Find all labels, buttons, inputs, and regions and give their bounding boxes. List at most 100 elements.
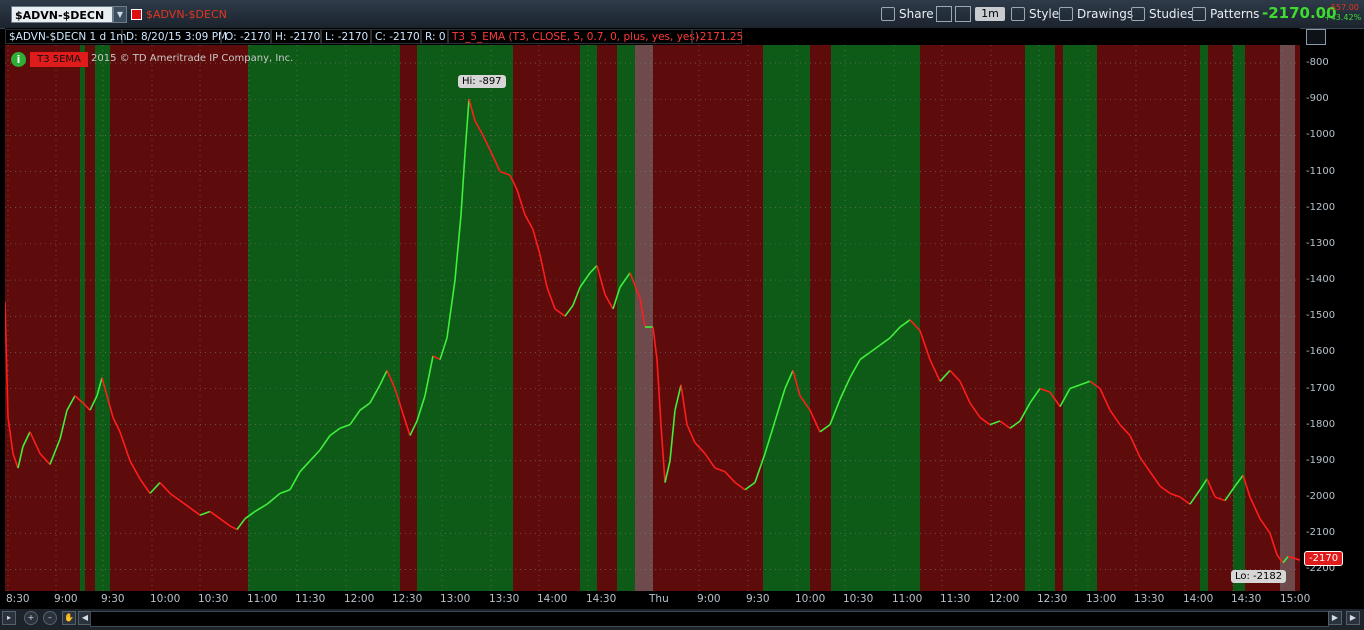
info-study-value: -2171.25 <box>692 29 743 44</box>
trend-zone-up <box>1025 45 1055 591</box>
symbol-dropdown-button[interactable]: ▼ <box>113 6 127 23</box>
patterns-button[interactable]: Patterns <box>1192 5 1259 23</box>
patterns-label: Patterns <box>1210 7 1260 21</box>
x-tick-label: 13:30 <box>1134 593 1165 605</box>
trend-zone-up <box>248 45 400 591</box>
studies-label: Studies <box>1149 7 1194 21</box>
aggregation-button[interactable]: 1m <box>975 7 1005 21</box>
study-badge[interactable]: T3 5EMA <box>30 52 88 67</box>
x-tick-label: 10:00 <box>150 593 181 605</box>
trend-zone-down <box>5 45 80 591</box>
info-high: H: -2170 <box>271 29 321 44</box>
trend-zone-down <box>1245 45 1280 591</box>
symbol-input[interactable]: $ADVN-$DECN <box>11 6 113 23</box>
pencil-icon <box>1059 7 1073 21</box>
y-tick-label: -1200 <box>1306 201 1336 213</box>
y-tick-label: -1700 <box>1306 382 1336 394</box>
info-open: O: -2170 <box>221 29 271 44</box>
x-tick-label: 12:00 <box>344 593 375 605</box>
data-box: $ADVN-$DECN 1 d 1m D: 8/20/15 3:09 PM O:… <box>5 28 1300 45</box>
x-tick-label: 11:00 <box>892 593 923 605</box>
link-icon[interactable] <box>131 9 142 20</box>
horizontal-scrollbar[interactable] <box>90 611 1329 627</box>
x-tick-label: 14:00 <box>1183 593 1214 605</box>
x-tick-label: 10:30 <box>843 593 874 605</box>
x-tick-label: 12:30 <box>1037 593 1068 605</box>
drawings-button[interactable]: Drawings <box>1059 5 1133 23</box>
trend-zone-neutral <box>1280 45 1295 591</box>
x-tick-label: 11:30 <box>295 593 326 605</box>
info-low: L: -2170 <box>321 29 371 44</box>
percent-change: +43.42% <box>1324 13 1362 22</box>
trend-zone-up <box>763 45 810 591</box>
x-tick-label: Thu <box>649 593 669 605</box>
trend-zone-down <box>85 45 95 591</box>
style-icon <box>1011 7 1025 21</box>
x-tick-label: 11:30 <box>940 593 971 605</box>
copyright-text: 2015 © TD Ameritrade IP Company, Inc. <box>91 53 294 64</box>
x-tick-label: 13:30 <box>489 593 520 605</box>
style-label: Style <box>1029 7 1060 21</box>
x-tick-label: 12:30 <box>392 593 423 605</box>
info-symbol-period: $ADVN-$DECN 1 d 1m <box>5 29 126 44</box>
x-tick-label: 10:00 <box>795 593 826 605</box>
trend-zone-up <box>95 45 110 591</box>
x-tick-label: 13:00 <box>1086 593 1117 605</box>
x-tick-label: 14:00 <box>537 593 568 605</box>
crosshair-icon[interactable] <box>936 6 952 22</box>
y-axis: -800 -900 -1000 -1100 -1200 -1300 -1400 -1500 -1… <box>1300 45 1364 591</box>
style-button[interactable]: Style <box>1011 5 1059 23</box>
studies-button[interactable]: Studies <box>1131 5 1194 23</box>
x-tick-label: 12:00 <box>989 593 1020 605</box>
wrench-icon[interactable] <box>955 6 971 22</box>
symbol-description: $ADVN-$DECN <box>146 8 227 21</box>
y-tick-label: -2100 <box>1306 527 1336 539</box>
trend-zone-down <box>1097 45 1200 591</box>
y-tick-label: -1500 <box>1306 310 1336 322</box>
chart-settings-icon[interactable] <box>1306 29 1326 45</box>
trend-zone-down <box>1208 45 1233 591</box>
chart-toolbar: $ADVN-$DECN ▼ $ADVN-$DECN Share 1m Style… <box>0 0 1364 29</box>
trend-zone-up <box>831 45 920 591</box>
net-change: -557.00 <box>1328 3 1359 12</box>
x-tick-label: 9:30 <box>101 593 125 605</box>
trend-zone-down <box>400 45 417 591</box>
trend-zone-down <box>1055 45 1063 591</box>
scroll-end-button[interactable]: ▶ <box>1346 611 1360 625</box>
zoom-in-icon[interactable]: + <box>24 611 38 625</box>
trend-zone-down <box>597 45 617 591</box>
info-study: T3_5_EMA (T3, CLOSE, 5, 0.7, 0, plus, ye… <box>448 29 699 44</box>
y-tick-label: -1900 <box>1306 454 1336 466</box>
info-icon[interactable]: i <box>11 52 26 67</box>
x-tick-label: 9:00 <box>697 593 721 605</box>
high-label: Hi: -897 <box>458 75 506 88</box>
low-label: Lo: -2182 <box>1231 570 1287 583</box>
trend-zone-up <box>617 45 635 591</box>
price-chart[interactable] <box>5 45 1300 591</box>
scroll-right-button[interactable]: ▶ <box>1328 611 1342 625</box>
trend-zone-up <box>80 45 85 591</box>
info-close: C: -2170 <box>371 29 421 44</box>
trend-zone-down <box>810 45 831 591</box>
y-tick-label: -1800 <box>1306 418 1336 430</box>
trend-zone-up <box>580 45 597 591</box>
x-axis: 8:30 9:00 9:30 10:00 10:30 11:00 11:30 12:00 12:… <box>0 591 1310 609</box>
share-label: Share <box>899 7 934 21</box>
share-button[interactable]: Share <box>881 5 934 23</box>
trend-zone-up <box>1233 45 1245 591</box>
y-tick-label: -1600 <box>1306 346 1336 358</box>
zoom-out-icon[interactable]: – <box>43 611 57 625</box>
pan-hand-icon[interactable]: ✋ <box>62 611 76 625</box>
trend-zone-up <box>417 45 513 591</box>
y-tick-label: -1300 <box>1306 237 1336 249</box>
info-date: D: 8/20/15 3:09 PM <box>122 29 227 44</box>
patterns-icon <box>1192 7 1206 21</box>
expand-icon[interactable]: ▸ <box>2 611 16 625</box>
trend-zone-up <box>1200 45 1208 591</box>
info-range: R: 0 <box>421 29 448 44</box>
trend-zone-down <box>653 45 763 591</box>
x-tick-label: 14:30 <box>1231 593 1262 605</box>
trend-zone-up <box>1063 45 1097 591</box>
y-tick-label: -1100 <box>1306 165 1336 177</box>
y-tick-label: -800 <box>1306 57 1329 69</box>
